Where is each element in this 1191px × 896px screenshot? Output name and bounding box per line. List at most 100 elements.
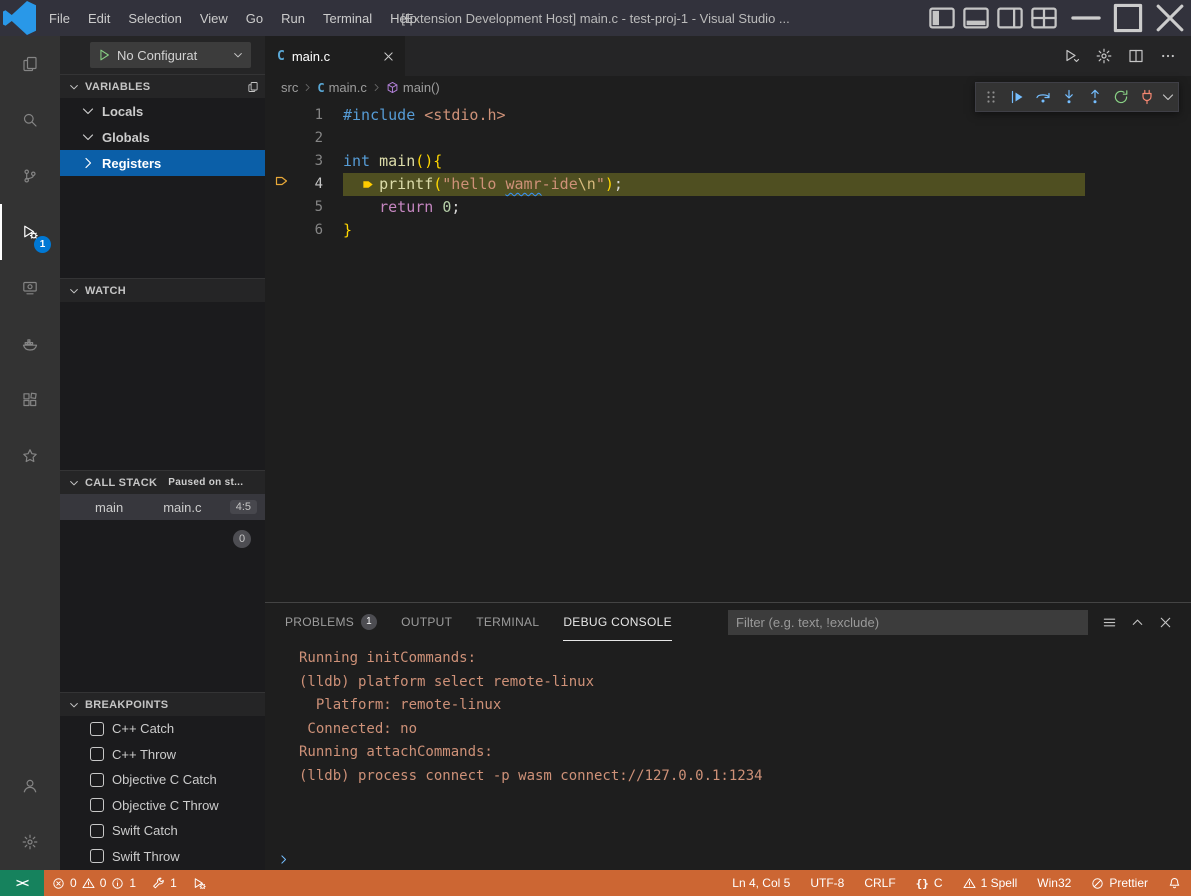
toggle-secondary-sidebar-icon[interactable] — [995, 4, 1025, 32]
checkbox[interactable] — [90, 773, 104, 787]
glyph-margin[interactable] — [265, 127, 299, 150]
notifications-bell[interactable] — [1158, 870, 1191, 896]
menu-view[interactable]: View — [191, 0, 237, 36]
code-editor[interactable]: 1#include <stdio.h>23int main(){4 printf… — [265, 99, 1191, 602]
activity-star-icon[interactable] — [0, 428, 60, 484]
toolbar-step-out-icon[interactable] — [1082, 83, 1108, 111]
debug-console-input[interactable] — [265, 848, 1191, 870]
breakpoint-objective-c-throw[interactable]: Objective C Throw — [60, 793, 265, 819]
cursor-position[interactable]: Ln 4, Col 5 — [722, 870, 800, 896]
toggle-sidebar-icon[interactable] — [927, 4, 957, 32]
tab-main-c[interactable]: C main.c — [265, 36, 405, 76]
activity-remote-explorer-icon[interactable] — [0, 260, 60, 316]
stack-frame-row[interactable]: main main.c 4:5 — [60, 494, 265, 520]
menu-edit[interactable]: Edit — [79, 0, 119, 36]
toolbar-step-over-icon[interactable] — [1030, 83, 1056, 111]
debug-config-dropdown[interactable]: No Configurat — [90, 42, 251, 68]
tools-status[interactable]: 1 — [144, 870, 185, 896]
activity-extensions-icon[interactable] — [0, 372, 60, 428]
breadcrumb-symbol[interactable]: main() — [403, 80, 440, 95]
toggle-panel-icon[interactable] — [961, 4, 991, 32]
editor-action-gear-icon[interactable] — [1091, 43, 1117, 69]
breadcrumb-folder[interactable]: src — [281, 80, 298, 95]
spell-status[interactable]: 1 Spell — [953, 870, 1028, 896]
activity-debug-icon[interactable]: 1 — [0, 204, 60, 260]
close-tab-icon[interactable] — [382, 50, 395, 63]
editor-action-more-icon[interactable] — [1155, 43, 1181, 69]
variables-group-registers[interactable]: Registers — [60, 150, 265, 176]
variables-group-globals[interactable]: Globals — [60, 124, 265, 150]
glyph-margin[interactable] — [265, 150, 299, 173]
callstack-section-header[interactable]: CALL STACK Paused on st... — [60, 470, 265, 494]
gear-icon — [1096, 48, 1112, 64]
maximize-panel-icon[interactable] — [1130, 615, 1145, 630]
editor-action-split-editor-icon[interactable] — [1123, 43, 1149, 69]
activity-account-icon[interactable] — [0, 758, 60, 814]
close-button[interactable] — [1149, 0, 1191, 36]
activity-source-control-icon[interactable] — [0, 148, 60, 204]
activity-search-icon[interactable] — [0, 92, 60, 148]
breakpoints-section-header[interactable]: BREAKPOINTS — [60, 692, 265, 716]
panel-actions — [1088, 615, 1183, 630]
toolbar-disconnect-icon[interactable] — [1134, 83, 1160, 111]
formatter-status[interactable]: Prettier — [1081, 870, 1158, 896]
glyph-margin[interactable] — [265, 104, 299, 127]
toolbar-continue-icon[interactable] — [1004, 83, 1030, 111]
debug-sidebar: No Configurat VARIABLES LocalsGlobalsReg… — [60, 36, 265, 870]
variables-group-locals[interactable]: Locals — [60, 98, 265, 124]
menu-go[interactable]: Go — [237, 0, 272, 36]
panel-tab-terminal[interactable]: TERMINAL — [476, 603, 539, 641]
checkbox[interactable] — [90, 722, 104, 736]
checkbox[interactable] — [90, 849, 104, 863]
menu-file[interactable]: File — [40, 0, 79, 36]
language-status[interactable]: {} C — [906, 870, 953, 896]
console-filter-input[interactable] — [728, 610, 1088, 635]
breakpoint-c-throw[interactable]: C++ Throw — [60, 742, 265, 768]
breakpoint-swift-catch[interactable]: Swift Catch — [60, 818, 265, 844]
encoding-status[interactable]: UTF-8 — [800, 870, 854, 896]
toolbar-chevron-down-icon[interactable] — [1160, 83, 1176, 111]
close-panel-icon[interactable] — [1158, 615, 1173, 630]
breakpoint-objective-c-catch[interactable]: Objective C Catch — [60, 767, 265, 793]
menu-run[interactable]: Run — [272, 0, 314, 36]
code-line-5[interactable]: 5 return 0; — [265, 196, 1191, 219]
checkbox[interactable] — [90, 798, 104, 812]
breakpoint-c-catch[interactable]: C++ Catch — [60, 716, 265, 742]
glyph-margin[interactable] — [265, 219, 299, 242]
code-line-6[interactable]: 6} — [265, 219, 1191, 242]
checkbox[interactable] — [90, 824, 104, 838]
variables-section-header[interactable]: VARIABLES — [60, 74, 265, 98]
customize-layout-icon[interactable] — [1029, 4, 1059, 32]
toolbar-step-into-icon[interactable] — [1056, 83, 1082, 111]
remote-indicator[interactable]: >< — [0, 870, 44, 896]
code-line-2[interactable]: 2 — [265, 127, 1191, 150]
minimize-button[interactable] — [1065, 0, 1107, 36]
activity-files-icon[interactable] — [0, 36, 60, 92]
checkbox[interactable] — [90, 747, 104, 761]
glyph-margin[interactable] — [265, 173, 299, 196]
glyph-margin[interactable] — [265, 196, 299, 219]
toolbar-restart-icon[interactable] — [1108, 83, 1134, 111]
eol-status[interactable]: CRLF — [854, 870, 905, 896]
activity-settings-icon[interactable] — [0, 814, 60, 870]
maximize-button[interactable] — [1107, 0, 1149, 36]
platform-status[interactable]: Win32 — [1027, 870, 1081, 896]
panel-tab-debug-console[interactable]: DEBUG CONSOLE — [563, 603, 672, 641]
breadcrumb-file[interactable]: main.c — [329, 80, 367, 95]
problems-status[interactable]: 0 0 1 — [44, 870, 144, 896]
panel-menu-icon[interactable] — [1102, 615, 1117, 630]
activity-docker-icon[interactable] — [0, 316, 60, 372]
panel-tab-output[interactable]: OUTPUT — [401, 603, 452, 641]
copy-icon[interactable] — [247, 81, 259, 93]
breakpoint-swift-throw[interactable]: Swift Throw — [60, 844, 265, 870]
menu-selection[interactable]: Selection — [119, 0, 190, 36]
debug-status[interactable] — [185, 870, 214, 896]
menu-terminal[interactable]: Terminal — [314, 0, 381, 36]
editor-action-play-dropdown-icon[interactable] — [1059, 43, 1085, 69]
panel-tab-problems[interactable]: PROBLEMS1 — [285, 603, 377, 641]
debug-console-output: Running initCommands:(lldb) platform sel… — [265, 641, 1191, 848]
watch-section-header[interactable]: WATCH — [60, 278, 265, 302]
code-line-3[interactable]: 3int main(){ — [265, 150, 1191, 173]
code-line-4[interactable]: 4 printf("hello wamr-ide\n"); — [265, 173, 1191, 196]
toolbar-grip-icon[interactable] — [978, 83, 1004, 111]
